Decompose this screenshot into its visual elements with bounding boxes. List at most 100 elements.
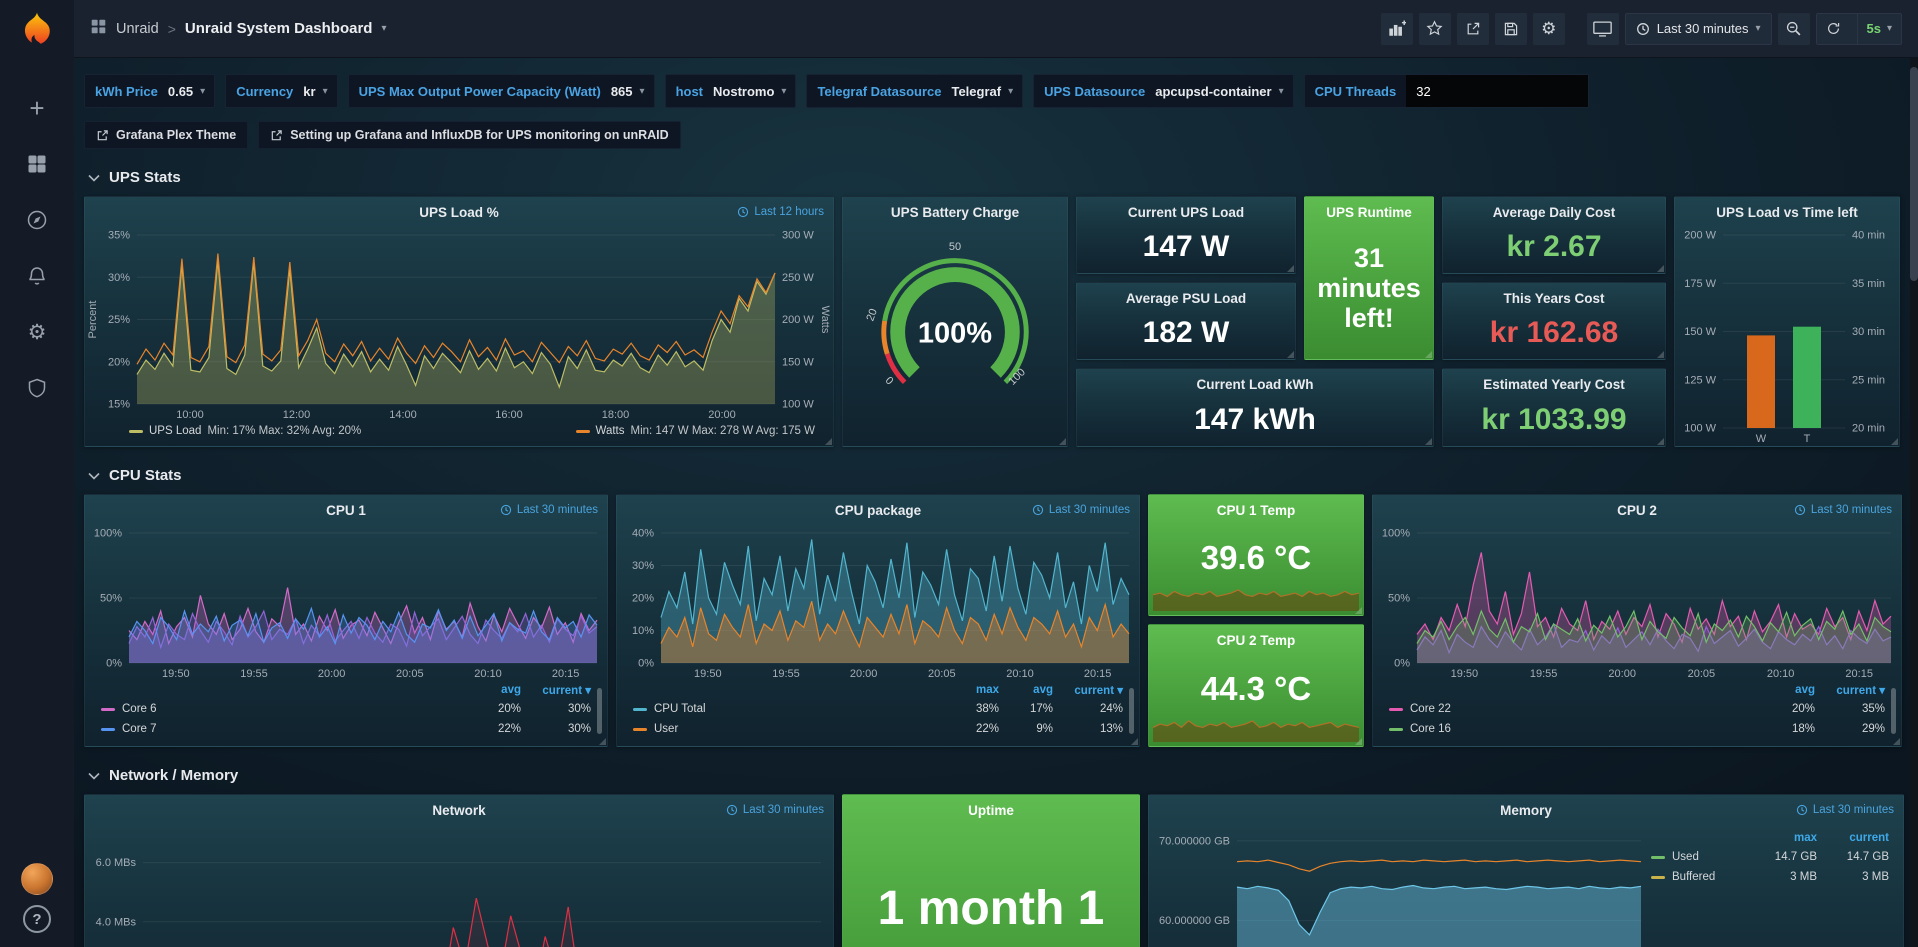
svg-text:150 W: 150 W <box>782 356 814 368</box>
legend-series[interactable]: CPU Total <box>633 703 939 715</box>
panel-title[interactable]: This Years Cost <box>1503 291 1604 306</box>
legend-scrollbar[interactable] <box>1129 688 1134 734</box>
external-link-icon <box>270 129 283 142</box>
share-button[interactable] <box>1457 13 1489 45</box>
legend-series[interactable]: User <box>633 723 939 735</box>
section-header-network-memory[interactable]: Network / Memory <box>88 767 1904 784</box>
variable-host[interactable]: host Nostromo ▾ <box>665 74 797 108</box>
cpu-threads-input[interactable] <box>1406 75 1588 107</box>
svg-text:10%: 10% <box>632 625 654 637</box>
user-avatar[interactable] <box>21 863 53 895</box>
variable-ups-datasource[interactable]: UPS Datasource apcupsd-container ▾ <box>1033 74 1293 108</box>
section-header-ups-stats[interactable]: UPS Stats <box>88 169 1904 186</box>
add-panel-button[interactable] <box>1381 13 1413 45</box>
panel-title[interactable]: Network <box>432 803 485 818</box>
legend-sort-avg[interactable]: avg <box>999 684 1053 696</box>
server-admin-shield-icon[interactable] <box>15 368 59 408</box>
refresh-button[interactable] <box>1817 14 1850 44</box>
grafana-logo[interactable] <box>17 10 57 50</box>
panel-title[interactable]: CPU package <box>835 503 921 518</box>
ups-load-vs-time-chart[interactable]: 200 W175 W150 W125 W100 W40 min35 min30 … <box>1675 227 1899 446</box>
svg-text:100 W: 100 W <box>1684 423 1716 435</box>
legend-series-watts[interactable]: Watts Min: 147 W Max: 278 W Avg: 175 W <box>576 425 815 437</box>
legend-sort-avg[interactable]: avg <box>1755 684 1815 696</box>
legend-sort-current[interactable]: current ▾ <box>521 683 591 697</box>
panel-title[interactable]: CPU 1 <box>326 503 366 518</box>
stat-value: 147 kWh <box>1077 399 1433 446</box>
panel-title[interactable]: CPU 2 <box>1617 503 1657 518</box>
panel-title[interactable]: Current Load kWh <box>1197 377 1314 392</box>
legend-sort-current[interactable]: current ▾ <box>1815 683 1885 697</box>
panel-title[interactable]: Memory <box>1500 803 1552 818</box>
zoom-out-button[interactable] <box>1778 13 1810 45</box>
variable-currency[interactable]: Currency kr ▾ <box>225 74 337 108</box>
refresh-interval-label: 5s <box>1867 21 1881 36</box>
dashboard-title[interactable]: Unraid System Dashboard <box>185 20 373 37</box>
star-button[interactable] <box>1419 13 1451 45</box>
panel-title[interactable]: CPU 1 Temp <box>1217 503 1296 518</box>
panel-title[interactable]: Current UPS Load <box>1128 205 1244 220</box>
variable-ups-max-output[interactable]: UPS Max Output Power Capacity (Watt) 865… <box>348 74 655 108</box>
dashboards-icon[interactable] <box>15 144 59 184</box>
legend-sort-current[interactable]: current <box>1817 832 1889 844</box>
panel-title[interactable]: Estimated Yearly Cost <box>1483 377 1625 392</box>
panel-title[interactable]: Uptime <box>968 803 1014 818</box>
help-icon[interactable]: ? <box>23 905 51 933</box>
legend-series[interactable]: Core 22 <box>1389 703 1755 715</box>
dashboard-content: kWh Price 0.65 ▾ Currency kr ▾ UPS Max O… <box>74 58 1918 947</box>
panel-title[interactable]: Average PSU Load <box>1126 291 1246 306</box>
create-icon[interactable]: + <box>15 88 59 128</box>
legend-series[interactable]: Core 6 <box>101 703 461 715</box>
panel-time-range: Last 30 minutes <box>500 504 598 516</box>
legend-sort-max[interactable]: max <box>1745 832 1817 844</box>
gauge-tick: 50 <box>949 241 961 253</box>
apps-grid-icon <box>90 18 107 40</box>
breadcrumb-org[interactable]: Unraid <box>116 21 159 37</box>
alerting-bell-icon[interactable] <box>15 256 59 296</box>
explore-icon[interactable] <box>15 200 59 240</box>
legend-series[interactable]: Used <box>1651 851 1745 863</box>
scrollbar-thumb[interactable] <box>1910 67 1918 281</box>
section-header-cpu-stats[interactable]: CPU Stats <box>88 467 1904 484</box>
legend-row: Core 7 22% 30% <box>101 719 591 739</box>
legend-series-ups-load[interactable]: UPS Load Min: 17% Max: 32% Avg: 20% <box>129 425 361 437</box>
variable-kwh-price[interactable]: kWh Price 0.65 ▾ <box>84 74 215 108</box>
network-chart[interactable]: 6.0 MBs4.0 MBs2.0 MBs <box>85 825 833 947</box>
svg-text:19:50: 19:50 <box>1451 668 1479 680</box>
svg-text:18:00: 18:00 <box>602 409 630 421</box>
svg-text:19:55: 19:55 <box>240 668 268 680</box>
configuration-gear-icon[interactable]: ⚙ <box>15 312 59 352</box>
legend-series[interactable]: Core 16 <box>1389 723 1755 735</box>
memory-chart[interactable]: 70.000000 GB60.000000 GB50.000000 GB <box>1149 825 1651 947</box>
cpu-package-chart[interactable]: 40%30%20%10%0%19:5019:5520:0020:0520:102… <box>617 525 1139 681</box>
panel-title[interactable]: Average Daily Cost <box>1493 205 1616 220</box>
settings-gear-button[interactable]: ⚙ <box>1533 13 1565 45</box>
svg-text:20:05: 20:05 <box>928 668 956 680</box>
legend-scrollbar[interactable] <box>597 688 602 734</box>
tv-mode-button[interactable] <box>1587 13 1619 45</box>
link-grafana-plex-theme[interactable]: Grafana Plex Theme <box>84 121 248 149</box>
panel-title[interactable]: UPS Load % <box>419 205 499 220</box>
chevron-down-icon[interactable]: ▾ <box>381 23 386 34</box>
variable-telegraf-datasource[interactable]: Telegraf Datasource Telegraf ▾ <box>806 74 1023 108</box>
link-ups-monitoring-guide[interactable]: Setting up Grafana and InfluxDB for UPS … <box>258 121 680 149</box>
series-swatch <box>633 728 647 731</box>
refresh-interval-picker[interactable]: 5s ▾ <box>1857 14 1902 44</box>
cpu2-chart[interactable]: 100%50%0%19:5019:5520:0020:0520:1020:15 <box>1373 525 1901 681</box>
save-button[interactable] <box>1495 13 1527 45</box>
cpu1-chart[interactable]: 100%50%0%19:5019:5520:0020:0520:1020:15 <box>85 525 607 681</box>
legend-sort-current[interactable]: current ▾ <box>1053 683 1123 697</box>
time-range-picker[interactable]: Last 30 minutes ▾ <box>1625 13 1772 45</box>
legend-sort-max[interactable]: max <box>939 684 999 696</box>
svg-text:20:00: 20:00 <box>318 668 346 680</box>
legend-sort-avg[interactable]: avg <box>461 684 521 696</box>
ups-load-chart[interactable]: 35%30%25%20%15%300 W250 W200 W150 W100 W… <box>85 227 833 422</box>
stat-value: 31 minutes left! <box>1305 227 1433 359</box>
legend-scrollbar[interactable] <box>1891 688 1896 734</box>
panel-title[interactable]: UPS Load vs Time left <box>1716 205 1858 220</box>
legend-series[interactable]: Buffered <box>1651 871 1745 883</box>
panel-title[interactable]: UPS Runtime <box>1326 205 1412 220</box>
legend-series[interactable]: Core 7 <box>101 723 461 735</box>
panel-title[interactable]: UPS Battery Charge <box>891 205 1019 220</box>
panel-title[interactable]: CPU 2 Temp <box>1217 633 1296 648</box>
